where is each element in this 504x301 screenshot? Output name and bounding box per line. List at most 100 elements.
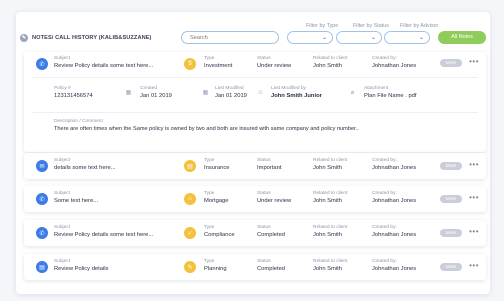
subject-label: Subject — [54, 225, 70, 230]
notes-icon: ✎ — [20, 34, 28, 42]
filter-type-select[interactable]: ⌄ — [287, 31, 333, 44]
created-value: Jan 01 2019 — [140, 93, 172, 99]
type-value: Mortgage — [204, 198, 229, 204]
options-icon[interactable]: ••• — [469, 228, 479, 236]
status-label: Status — [257, 56, 271, 61]
subject-value: Review Policy details some text here... — [54, 232, 154, 238]
chevron-down-icon: ⌄ — [418, 35, 424, 41]
created-by-label: Created by: — [372, 158, 397, 163]
type-label: Type — [204, 158, 215, 163]
client-value: John Smith — [313, 198, 342, 204]
created-by-value: Johnathan Jones — [372, 266, 417, 272]
calendar-icon: ▦ — [202, 90, 209, 96]
type-label: Type — [204, 225, 215, 230]
status-value: Completed — [257, 266, 286, 272]
more-button[interactable]: More — [440, 162, 462, 170]
related-label: Related to client — [313, 56, 348, 61]
status-label: Status — [257, 191, 271, 196]
note-card[interactable]: ✆ Subject Review Policy details some tex… — [24, 52, 486, 152]
client-value: John Smith — [313, 266, 342, 272]
last-modified-by-label: Last Modified by — [271, 86, 306, 91]
insurance-icon: ▤ — [184, 160, 196, 172]
related-label: Related to client — [313, 225, 348, 230]
document-icon: ▤ — [36, 261, 48, 273]
created-by-value: Johnathan Jones — [372, 165, 417, 171]
note-card[interactable]: ✆ Subject Some text here... ⌂ Type Mortg… — [24, 186, 486, 212]
note-card[interactable]: ✉ Subject details some text here... ▤ Ty… — [24, 153, 486, 179]
status-value: Important — [257, 165, 282, 171]
subject-value: details some text here... — [54, 165, 116, 171]
status-label: Status — [257, 158, 271, 163]
divider — [32, 112, 478, 113]
phone-icon: ✆ — [36, 193, 48, 205]
all-notes-button[interactable]: All Notes — [438, 31, 486, 44]
note-card[interactable]: ✆ Subject Review Policy details some tex… — [24, 220, 486, 246]
subject-label: Subject — [54, 56, 70, 61]
created-by-label: Created by: — [372, 56, 397, 61]
page-title-text: NOTES/ CALL HISTORY (KALIB&SUZZANE) — [32, 35, 152, 41]
options-icon[interactable]: ••• — [469, 262, 479, 270]
created-by-label: Created by: — [372, 259, 397, 264]
created-by-label: Created by: — [372, 225, 397, 230]
attachment-icon: ⌀ — [350, 90, 355, 96]
subject-value: Review Policy details some text here... — [54, 63, 154, 69]
divider — [32, 77, 478, 78]
subject-label: Subject — [54, 158, 70, 163]
status-label: Status — [257, 225, 271, 230]
home-icon: ⌂ — [184, 193, 196, 205]
options-icon[interactable]: ••• — [469, 161, 479, 169]
more-button[interactable]: More — [440, 263, 462, 271]
client-value: John Smith — [313, 165, 342, 171]
subject-label: Subject — [54, 191, 70, 196]
chevron-down-icon: ⌄ — [370, 35, 376, 41]
created-by-label: Created by: — [372, 191, 397, 196]
type-label: Type — [204, 259, 215, 264]
chevron-down-icon: ⌄ — [321, 35, 327, 41]
more-button[interactable]: More — [440, 59, 462, 67]
type-value: Insurance — [204, 165, 230, 171]
last-modified-by-value: John Smith Junior — [271, 93, 322, 99]
attachment-label: Attachment — [364, 86, 389, 91]
status-value: Completed — [257, 232, 286, 238]
notes-panel: ✎ NOTES/ CALL HISTORY (KALIB&SUZZANE) Fi… — [16, 12, 490, 294]
dollar-icon: $ — [184, 58, 196, 70]
note-card[interactable]: ▤ Subject Review Policy details ✎ Type P… — [24, 254, 486, 280]
search-input[interactable] — [181, 31, 279, 44]
filter-advisor-select[interactable]: ⌄ — [384, 31, 430, 44]
description-text: There are often times when the Same poli… — [54, 126, 359, 132]
options-icon[interactable]: ••• — [469, 58, 479, 66]
check-icon: ✓ — [184, 227, 196, 239]
created-by-value: Johnathan Jones — [372, 198, 417, 204]
created-by-value: Johnathan Jones — [372, 63, 417, 69]
client-value: John Smith — [313, 63, 342, 69]
type-value: Planning — [204, 266, 227, 272]
filter-status-select[interactable]: ⌄ — [336, 31, 382, 44]
phone-icon: ✆ — [36, 58, 48, 70]
last-modified-value: Jan 01 2019 — [215, 93, 247, 99]
created-label: Created — [140, 86, 158, 91]
type-label: Type — [204, 191, 215, 196]
policy-value: 123131456574 — [54, 93, 93, 99]
options-icon[interactable]: ••• — [469, 194, 479, 202]
pencil-icon: ✎ — [184, 261, 196, 273]
subject-value: Some text here... — [54, 198, 99, 204]
status-label: Status — [257, 259, 271, 264]
subject-label: Subject — [54, 259, 70, 264]
page-title: ✎ NOTES/ CALL HISTORY (KALIB&SUZZANE) — [20, 34, 152, 42]
calendar-icon: ▦ — [125, 90, 132, 96]
attachment-link[interactable]: Plan File Name . pdf — [364, 93, 417, 99]
type-value: Investment — [204, 63, 233, 69]
filter-status-label: Filter by Status — [353, 23, 389, 29]
type-label: Type — [204, 56, 215, 61]
last-modified-label: Last Modified — [215, 86, 244, 91]
type-value: Compliance — [204, 232, 235, 238]
subject-value: Review Policy details — [54, 266, 109, 272]
more-button[interactable]: More — [440, 195, 462, 203]
filter-type-label: Filter by Type — [306, 23, 339, 29]
more-button[interactable]: More — [440, 229, 462, 237]
email-icon: ✉ — [36, 160, 48, 172]
filter-advisor-label: Filter by Advisor — [400, 23, 439, 29]
description-label: Description / Comment — [54, 119, 103, 124]
status-value: Under review — [257, 63, 292, 69]
related-label: Related to client — [313, 259, 348, 264]
